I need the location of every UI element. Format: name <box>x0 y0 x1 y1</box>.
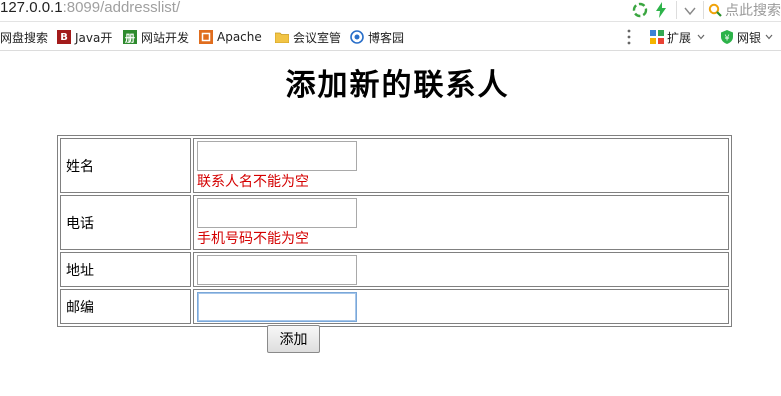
url-path: :8099/addresslist/ <box>62 0 181 16</box>
bookmark-webdev[interactable]: 册 网站开发 <box>123 29 189 45</box>
bookmark-label: Java开 <box>75 30 113 45</box>
bookmark-label: 博客园 <box>368 30 405 45</box>
lightning-icon[interactable] <box>654 2 668 18</box>
apache-icon <box>199 30 213 44</box>
chevron-down-icon <box>697 34 705 40</box>
address-input[interactable] <box>197 255 357 285</box>
B-badge-icon: B <box>57 30 71 44</box>
book-icon: 册 <box>123 30 137 45</box>
chevron-down-icon <box>765 34 773 40</box>
page-title: 添加新的联系人 <box>285 68 510 103</box>
bank-button[interactable]: ¥ 网银 <box>720 29 773 45</box>
extensions-icon <box>650 30 664 44</box>
svg-text:¥: ¥ <box>724 34 729 43</box>
form-row-address: 地址 <box>60 252 729 287</box>
search-placeholder: 点此搜索 <box>725 3 781 19</box>
url-host: 127.0.0.1 <box>0 0 63 16</box>
bookmark-label: 网站开发 <box>141 30 190 45</box>
bank-label: 网银 <box>737 30 762 45</box>
folder-icon <box>275 30 289 44</box>
search-icon <box>708 3 723 18</box>
zipcode-cell <box>193 289 729 324</box>
address-bar[interactable]: 127.0.0.1:8099/addresslist/ 点此搜索 <box>0 0 781 22</box>
name-cell: 联系人名不能为空 <box>193 138 729 193</box>
name-label: 姓名 <box>60 138 191 193</box>
bookmark-label: Apache <box>217 30 262 44</box>
phone-input[interactable] <box>197 198 357 228</box>
phone-label: 电话 <box>60 195 191 250</box>
divider <box>676 1 677 19</box>
address-label: 地址 <box>60 252 191 287</box>
form-row-phone: 电话 手机号码不能为空 <box>60 195 729 250</box>
name-input[interactable] <box>197 141 357 171</box>
search-box[interactable]: 点此搜索 <box>708 0 781 20</box>
bookmark-wangpan[interactable]: 网盘搜索 <box>0 29 48 45</box>
bookmark-label: 网盘搜索 <box>0 30 49 45</box>
address-cell <box>193 252 729 287</box>
url-text[interactable]: 127.0.0.1:8099/addresslist/ <box>0 0 180 18</box>
bookmark-cnblogs[interactable]: 博客园 <box>350 29 404 45</box>
zipcode-input[interactable] <box>197 292 357 322</box>
chevron-down-icon[interactable] <box>683 3 697 17</box>
bookmark-apache[interactable]: Apache <box>199 29 262 45</box>
divider <box>703 1 704 19</box>
bookmark-java[interactable]: B Java开 <box>57 29 112 45</box>
recycle-icon[interactable] <box>632 2 648 18</box>
add-button[interactable]: 添加 <box>267 325 320 353</box>
form-row-name: 姓名 联系人名不能为空 <box>60 138 729 193</box>
phone-error-message: 手机号码不能为空 <box>197 231 309 247</box>
zipcode-label: 邮编 <box>60 289 191 324</box>
name-error-message: 联系人名不能为空 <box>197 174 309 190</box>
bookmarks-bar: 网盘搜索 B Java开 册 网站开发 Apache 会议室管 博客园 扩展 ¥… <box>0 23 781 51</box>
phone-cell: 手机号码不能为空 <box>193 195 729 250</box>
form-row-zipcode: 邮编 <box>60 289 729 324</box>
extensions-button[interactable]: 扩展 <box>650 29 705 45</box>
shield-icon: ¥ <box>720 30 734 44</box>
more-icon[interactable] <box>625 27 633 47</box>
globe-icon <box>350 30 364 44</box>
bookmark-label: 会议室管 <box>293 30 342 45</box>
contact-form-table: 姓名 联系人名不能为空 电话 手机号码不能为空 地址 邮编 <box>57 135 732 327</box>
bookmark-meeting[interactable]: 会议室管 <box>275 29 341 45</box>
extensions-label: 扩展 <box>667 30 692 45</box>
